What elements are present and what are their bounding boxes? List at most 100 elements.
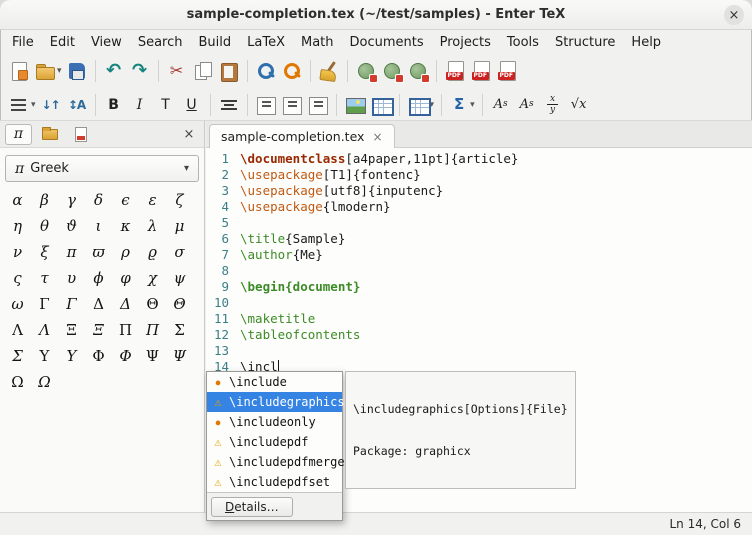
undo-button[interactable]: ↶ <box>101 57 127 85</box>
symbol-cell[interactable]: Γ <box>31 291 58 317</box>
symbol-cell[interactable]: Ψ <box>166 343 193 369</box>
sidebar-close-button[interactable]: × <box>179 127 199 142</box>
symbol-cell[interactable]: Ω <box>4 369 31 395</box>
font-size-button[interactable]: ↕A <box>64 91 90 119</box>
symbol-cell[interactable]: Σ <box>4 343 31 369</box>
symbol-cell[interactable]: Φ <box>85 343 112 369</box>
symbol-cell[interactable]: δ <box>85 187 112 213</box>
symbol-cell[interactable]: α <box>4 187 31 213</box>
build-bibtex-button[interactable] <box>379 57 405 85</box>
symbol-cell[interactable]: λ <box>139 213 166 239</box>
symbol-cell[interactable]: Θ <box>166 291 193 317</box>
symbol-cell[interactable]: Γ <box>58 291 85 317</box>
copy-button[interactable] <box>190 57 216 85</box>
symbol-cell[interactable]: ψ <box>166 265 193 291</box>
symbol-cell[interactable]: θ <box>31 213 58 239</box>
symbol-cell[interactable]: γ <box>58 187 85 213</box>
symbol-cell[interactable]: Υ <box>31 343 58 369</box>
find-replace-button[interactable] <box>279 57 305 85</box>
completion-item[interactable]: ⚠\includepdfmerge <box>207 452 342 472</box>
superscript-button[interactable]: As <box>488 91 514 119</box>
symbol-cell[interactable]: π <box>58 239 85 265</box>
math-symbols-button[interactable]: Σ▾ <box>447 91 477 119</box>
build-makeindex-button[interactable] <box>405 57 431 85</box>
menu-tools[interactable]: Tools <box>499 33 547 52</box>
symbols-panel-tab[interactable]: π <box>5 124 32 145</box>
symbol-cell[interactable]: Δ <box>112 291 139 317</box>
tab-close-icon[interactable]: × <box>372 130 382 144</box>
insert-table-button[interactable] <box>368 91 394 119</box>
new-document-button[interactable] <box>6 57 32 85</box>
symbol-cell[interactable]: Ξ <box>85 317 112 343</box>
files-panel-tab[interactable] <box>36 124 63 145</box>
find-button[interactable] <box>253 57 279 85</box>
symbol-cell[interactable]: ρ <box>112 239 139 265</box>
subscript-button[interactable]: As <box>514 91 540 119</box>
window-close-button[interactable]: × <box>724 5 744 25</box>
insert-image-button[interactable] <box>342 91 368 119</box>
completion-item[interactable]: ⚠\includepdfset <box>207 472 342 492</box>
menu-search[interactable]: Search <box>130 33 191 52</box>
symbol-cell[interactable]: Σ <box>166 317 193 343</box>
underline-button[interactable]: U <box>179 91 205 119</box>
move-updown-button[interactable]: ↓↑ <box>38 91 64 119</box>
document-panel-tab[interactable] <box>67 124 94 145</box>
save-button[interactable] <box>64 57 90 85</box>
menu-view[interactable]: View <box>83 33 130 52</box>
tabular-wizard-button[interactable]: ▾ <box>405 91 437 119</box>
symbol-cell[interactable]: ξ <box>31 239 58 265</box>
symbol-cell[interactable]: ζ <box>166 187 193 213</box>
symbol-cell[interactable]: ω <box>4 291 31 317</box>
menu-structure[interactable]: Structure <box>547 33 623 52</box>
symbol-cell[interactable]: ϵ <box>112 187 139 213</box>
redo-button[interactable]: ↷ <box>127 57 153 85</box>
enumerate-list-button[interactable] <box>279 91 305 119</box>
symbol-category-select[interactable]: π Greek ▾ <box>5 155 199 182</box>
symbol-cell[interactable]: ϑ <box>58 213 85 239</box>
symbol-cell[interactable]: Ψ <box>139 343 166 369</box>
symbol-cell[interactable]: υ <box>58 265 85 291</box>
symbol-cell[interactable]: Φ <box>112 343 139 369</box>
completion-item[interactable]: ●\includeonly <box>207 412 342 432</box>
symbol-cell[interactable]: Υ <box>58 343 85 369</box>
symbol-cell[interactable]: Λ <box>4 317 31 343</box>
completion-item[interactable]: ⚠\includepdf <box>207 432 342 452</box>
completion-item[interactable]: ⚠\includegraphics <box>207 392 342 412</box>
symbol-cell[interactable]: φ <box>112 265 139 291</box>
view-pdf-button[interactable]: PDF <box>494 57 520 85</box>
symbol-cell[interactable]: ς <box>4 265 31 291</box>
bold-button[interactable]: B <box>101 91 127 119</box>
symbol-cell[interactable]: Ω <box>31 369 58 395</box>
symbol-cell[interactable]: σ <box>166 239 193 265</box>
symbol-cell[interactable]: χ <box>139 265 166 291</box>
clean-button[interactable] <box>316 57 342 85</box>
typewriter-button[interactable]: T <box>153 91 179 119</box>
view-ps-button[interactable]: PDF <box>468 57 494 85</box>
symbol-cell[interactable]: β <box>31 187 58 213</box>
menu-projects[interactable]: Projects <box>432 33 499 52</box>
menu-math[interactable]: Math <box>293 33 342 52</box>
menu-edit[interactable]: Edit <box>42 33 83 52</box>
symbol-cell[interactable]: Π <box>112 317 139 343</box>
symbol-cell[interactable]: η <box>4 213 31 239</box>
menu-help[interactable]: Help <box>623 33 669 52</box>
symbol-cell[interactable]: Λ <box>31 317 58 343</box>
editor-tab[interactable]: sample-completion.tex × <box>209 124 395 148</box>
symbol-cell[interactable]: μ <box>166 213 193 239</box>
sqrt-button[interactable]: √x <box>566 91 592 119</box>
italic-button[interactable]: I <box>127 91 153 119</box>
cut-button[interactable]: ✂ <box>164 57 190 85</box>
symbol-cell[interactable]: ε <box>139 187 166 213</box>
symbol-cell[interactable]: ϕ <box>85 265 112 291</box>
symbol-cell[interactable]: ϱ <box>139 239 166 265</box>
menu-latex[interactable]: LaTeX <box>239 33 293 52</box>
menu-build[interactable]: Build <box>190 33 239 52</box>
symbol-cell[interactable]: ϖ <box>85 239 112 265</box>
sectioning-select[interactable]: ▾ <box>6 91 38 119</box>
symbol-cell[interactable]: Ξ <box>58 317 85 343</box>
symbol-cell[interactable]: κ <box>112 213 139 239</box>
symbol-cell[interactable]: Π <box>139 317 166 343</box>
view-dvi-button[interactable]: PDF <box>442 57 468 85</box>
symbol-cell[interactable]: ι <box>85 213 112 239</box>
symbol-cell[interactable]: Δ <box>85 291 112 317</box>
